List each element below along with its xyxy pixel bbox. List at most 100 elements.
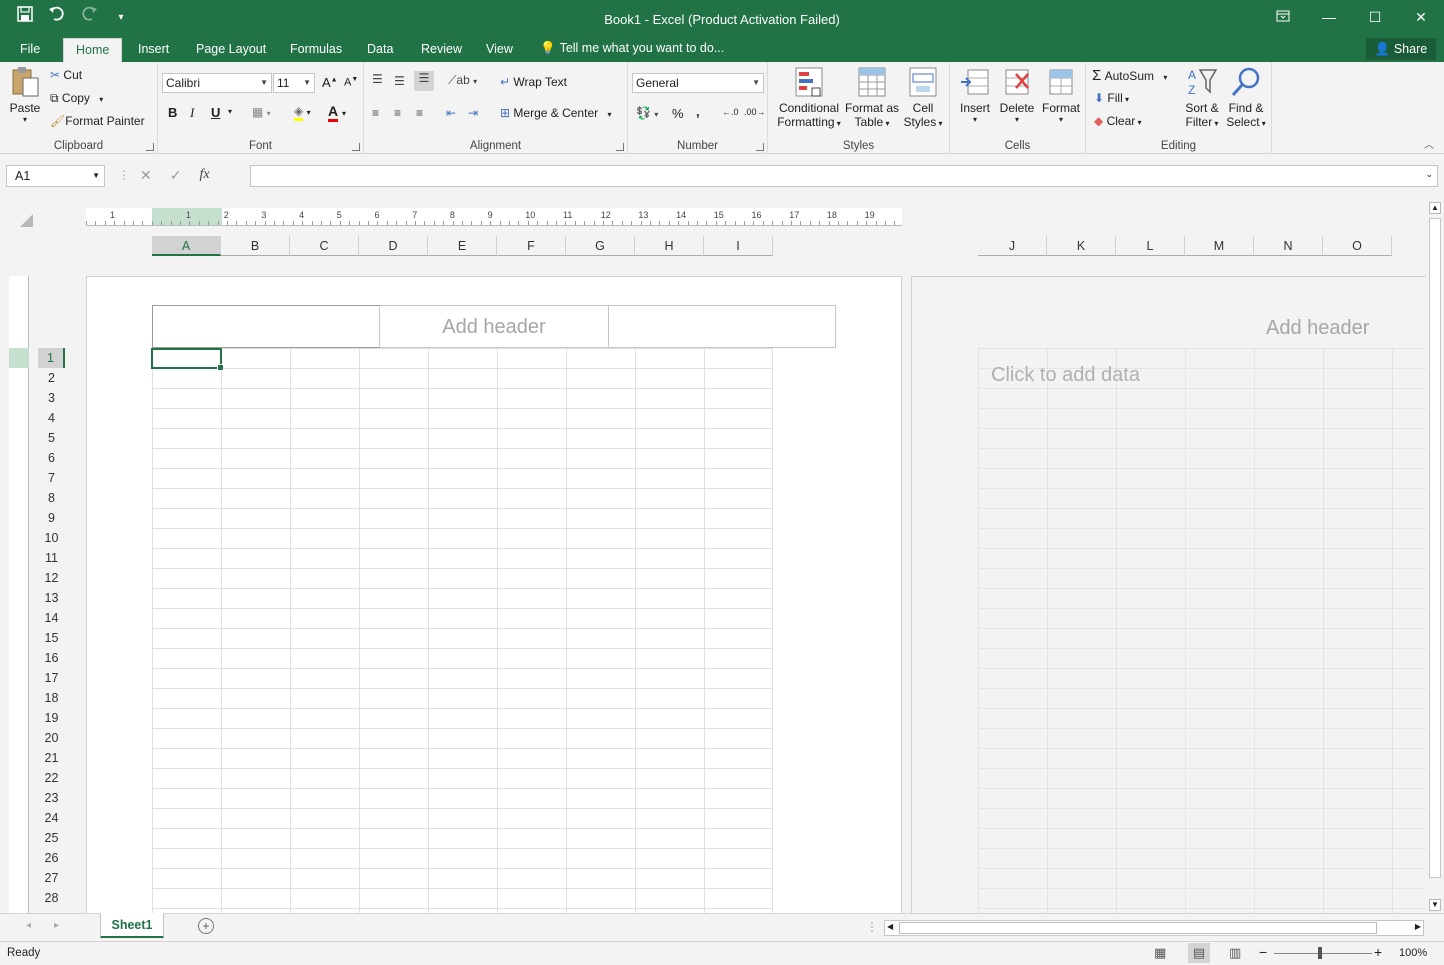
top-align-icon[interactable]: ☰ [372, 72, 383, 86]
increase-indent-icon[interactable]: ⇥ [468, 106, 478, 120]
alignment-launcher-icon[interactable] [616, 143, 624, 151]
maximize-icon[interactable]: ☐ [1352, 0, 1398, 34]
tab-formulas[interactable]: Formulas [278, 40, 354, 62]
cell-grid-page1[interactable] [152, 348, 773, 913]
tab-view[interactable]: View [474, 40, 525, 62]
select-all-corner[interactable] [20, 214, 33, 227]
column-header-e[interactable]: E [428, 236, 497, 256]
row-header-8[interactable]: 8 [38, 488, 65, 508]
horizontal-scrollbar[interactable]: ◀ ▶ [884, 920, 1424, 936]
row-header-9[interactable]: 9 [38, 508, 65, 528]
enter-entry-icon[interactable]: ✓ [170, 167, 182, 184]
font-launcher-icon[interactable] [352, 143, 360, 151]
row-header-1[interactable]: 1 [38, 348, 65, 368]
normal-view-icon[interactable]: ▦ [1154, 945, 1166, 961]
merge-dropdown-icon[interactable]: ▾ [607, 110, 611, 119]
insert-function-icon[interactable]: fx [199, 167, 209, 184]
share-button[interactable]: 👤 Share [1366, 38, 1436, 60]
column-header-b[interactable]: B [221, 236, 290, 256]
row-header-7[interactable]: 7 [38, 468, 65, 488]
tab-home[interactable]: Home [63, 38, 123, 62]
row-header-19[interactable]: 19 [38, 708, 65, 728]
conditional-formatting-button[interactable]: Conditional Formatting ▾ [774, 66, 844, 129]
cell-grid-page2[interactable] [978, 348, 1426, 913]
row-header-13[interactable]: 13 [38, 588, 65, 608]
row-header-16[interactable]: 16 [38, 648, 65, 668]
find-select-button[interactable]: Find & Select ▾ [1224, 66, 1268, 129]
borders-icon[interactable]: ▦ ▾ [252, 105, 271, 119]
name-box[interactable]: A1 ▼ [6, 165, 105, 187]
row-header-22[interactable]: 22 [38, 768, 65, 788]
zoom-slider[interactable] [1274, 953, 1372, 954]
column-header-h[interactable]: H [635, 236, 704, 256]
sort-filter-button[interactable]: AZ Sort & Filter ▾ [1182, 66, 1222, 129]
increase-decimal-icon[interactable]: ←.0 [722, 107, 739, 117]
row-header-24[interactable]: 24 [38, 808, 65, 828]
click-to-add-data[interactable]: Click to add data [991, 364, 1140, 387]
clear-button[interactable]: ◆ Clear ▾ [1094, 114, 1142, 128]
column-header-f[interactable]: F [497, 236, 566, 256]
active-cell-a1[interactable] [151, 348, 224, 371]
prev-sheet-icon[interactable]: ◂ [26, 920, 31, 931]
header-center-box[interactable]: Add header [379, 305, 609, 348]
column-header-m[interactable]: M [1185, 236, 1254, 256]
row-header-18[interactable]: 18 [38, 688, 65, 708]
row-header-26[interactable]: 26 [38, 848, 65, 868]
collapse-ribbon-icon[interactable]: ︿ [1424, 136, 1434, 151]
decrease-indent-icon[interactable]: ⇤ [446, 106, 456, 120]
accounting-format-icon[interactable]: 💱 ▾ [636, 106, 658, 120]
row-header-2[interactable]: 2 [38, 368, 65, 388]
column-header-d[interactable]: D [359, 236, 428, 256]
align-right-icon[interactable]: ≡ [416, 106, 423, 120]
expand-formula-bar-icon[interactable]: ⌄ [1425, 169, 1433, 180]
row-header-28[interactable]: 28 [38, 888, 65, 908]
close-icon[interactable]: ✕ [1398, 0, 1444, 34]
minimize-icon[interactable]: — [1306, 0, 1352, 34]
bold-button[interactable]: B [168, 105, 177, 120]
next-sheet-icon[interactable]: ▸ [54, 920, 59, 931]
number-launcher-icon[interactable] [756, 143, 764, 151]
zoom-slider-thumb[interactable] [1318, 947, 1322, 959]
tab-page-layout[interactable]: Page Layout [184, 40, 278, 62]
tab-split-handle[interactable]: ⋮ [866, 920, 878, 934]
new-sheet-icon[interactable]: + [198, 918, 214, 934]
column-header-n[interactable]: N [1254, 236, 1323, 256]
font-color-icon[interactable]: A ▾ [328, 103, 346, 122]
scroll-right-icon[interactable]: ▶ [1415, 922, 1421, 931]
column-header-a[interactable]: A [152, 236, 221, 256]
page-layout-view-icon[interactable]: ▤ [1188, 943, 1210, 963]
column-header-o[interactable]: O [1323, 236, 1392, 256]
autosum-dropdown-icon[interactable]: ▾ [1163, 73, 1167, 82]
fill-color-icon[interactable]: ◈ ▾ [294, 104, 311, 121]
middle-align-icon[interactable]: ☰ [394, 74, 405, 88]
column-header-l[interactable]: L [1116, 236, 1185, 256]
column-header-i[interactable]: I [704, 236, 773, 256]
font-name-select[interactable]: Calibri ▼ [162, 73, 272, 93]
row-header-23[interactable]: 23 [38, 788, 65, 808]
increase-font-size-icon[interactable]: A▲ [322, 75, 338, 90]
underline-button[interactable]: U [211, 105, 220, 120]
format-painter-button[interactable]: 🖌Format Painter [50, 114, 145, 128]
row-header-21[interactable]: 21 [38, 748, 65, 768]
column-header-c[interactable]: C [290, 236, 359, 256]
zoom-out-icon[interactable]: − [1259, 944, 1267, 960]
copy-button[interactable]: ⧉ Copy ▾ [50, 91, 103, 106]
scroll-up-icon[interactable]: ▲ [1429, 202, 1441, 214]
sheet-tab-sheet1[interactable]: Sheet1 [100, 913, 164, 938]
scroll-left-icon[interactable]: ◀ [887, 922, 893, 931]
row-header-4[interactable]: 4 [38, 408, 65, 428]
row-header-17[interactable]: 17 [38, 668, 65, 688]
formula-input[interactable]: ⌄ [250, 165, 1438, 187]
align-left-icon[interactable]: ≡ [372, 106, 379, 120]
decrease-font-size-icon[interactable]: A▼ [344, 76, 358, 89]
comma-style-button[interactable]: , [696, 104, 700, 119]
align-center-icon[interactable]: ≡ [394, 106, 401, 120]
bottom-align-icon[interactable]: ☰ [414, 71, 434, 91]
cancel-entry-icon[interactable]: ✕ [140, 167, 152, 184]
row-header-5[interactable]: 5 [38, 428, 65, 448]
vertical-scrollbar[interactable]: ▲ ▼ [1426, 200, 1444, 913]
paste-dropdown-icon[interactable]: ▾ [8, 115, 42, 124]
column-header-j[interactable]: J [978, 236, 1047, 256]
row-header-27[interactable]: 27 [38, 868, 65, 888]
row-header-15[interactable]: 15 [38, 628, 65, 648]
